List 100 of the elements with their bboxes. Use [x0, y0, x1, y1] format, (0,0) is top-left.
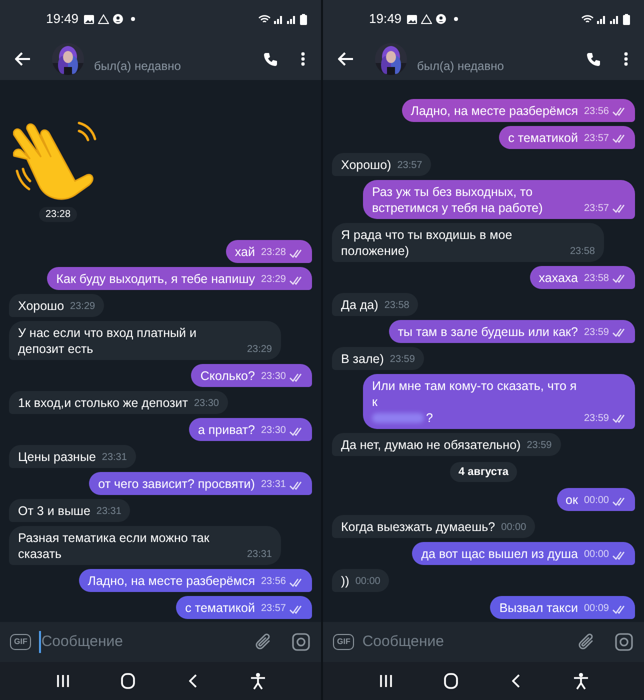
message-time: 23:29	[260, 274, 286, 286]
message-text: Ладно, на месте разберёмся	[410, 104, 578, 118]
message-text: от чего зависит? просвяти)	[98, 477, 255, 491]
message-time: 23:56	[584, 106, 609, 118]
more-icon	[301, 52, 305, 66]
signal-icon	[274, 14, 284, 24]
message-text: Цены разные	[18, 450, 96, 464]
warning-icon	[420, 14, 432, 24]
back-arrow-icon	[15, 52, 31, 66]
gif-button[interactable]: GIF	[333, 634, 354, 650]
dot-icon	[130, 17, 135, 21]
message-time: 23:28	[260, 247, 286, 259]
message-text: ок	[566, 493, 578, 507]
image-icon	[406, 14, 417, 24]
status-time: 19:49	[369, 10, 402, 28]
sticker-time: 23:28	[39, 207, 77, 222]
message-text: да вот щас вышел из душа	[421, 547, 578, 561]
message-text: Ладно, на месте разберёмся	[88, 574, 255, 588]
message-text: ты там в зале будешь или как?	[398, 324, 578, 338]
message-text: Вызвал такси	[499, 601, 578, 615]
camera-icon	[615, 633, 633, 651]
message-input[interactable]: Сообщение	[362, 627, 575, 657]
account-icon	[112, 14, 123, 24]
image-icon	[84, 14, 94, 24]
message-time: 00:09	[584, 603, 609, 615]
message-text: ?	[426, 410, 433, 424]
wifi-icon	[581, 14, 594, 24]
message-text: Как буду выходить, я тебе напишу	[56, 272, 255, 286]
message-text: В зале)	[341, 352, 384, 366]
message-time: 23:30	[260, 425, 286, 437]
message-time: 00:00	[501, 522, 526, 534]
message-text: Или мне там кому-то сказать, что я к	[372, 378, 577, 408]
paperclip-icon	[254, 633, 272, 651]
signal-icon	[610, 14, 620, 24]
message-time: 23:58	[384, 300, 410, 312]
chevron-left-icon	[189, 674, 198, 688]
message-text: Я рада что ты входишь в мое положение)	[341, 228, 512, 258]
message-time: 00:00	[355, 576, 380, 588]
message-time: 23:59	[584, 412, 609, 424]
video-message-button[interactable]	[290, 631, 312, 653]
message-time: 00:00	[584, 549, 609, 561]
message-time: 23:57	[260, 603, 286, 615]
message-text: Хорошо)	[341, 158, 392, 172]
message-text: хай	[234, 245, 255, 259]
message-text: Раз уж ты без выходных, то встретимся у тебя на работе)	[372, 184, 543, 214]
message-time: 23:29	[246, 344, 272, 356]
message-input[interactable]: Сообщение	[39, 627, 252, 657]
gif-button[interactable]: GIF	[10, 634, 32, 650]
home-icon	[442, 672, 460, 690]
message-time: 23:31	[96, 506, 122, 518]
message-text: хахаха	[538, 270, 578, 284]
last-seen-status: был(а) недавно	[94, 58, 181, 75]
chevron-left-icon	[512, 674, 520, 688]
message-text: Да да)	[341, 298, 378, 312]
message-text: 1к вход,и столько же депозит	[18, 396, 188, 410]
status-time: 19:49	[46, 10, 79, 28]
message-time: 23:57	[584, 202, 609, 214]
message-text: Да нет, думаю не обязательно)	[341, 438, 521, 452]
phone-icon	[262, 52, 278, 66]
message-time: 23:30	[194, 398, 219, 410]
battery-icon	[623, 14, 630, 24]
message-time: 23:59	[584, 326, 609, 338]
message-text: У нас если что вход платный и депозит есть	[18, 326, 196, 356]
back-arrow-icon	[338, 52, 354, 66]
message-text: с тематикой	[185, 601, 255, 615]
wifi-icon	[258, 14, 271, 24]
account-icon	[436, 14, 446, 24]
message-time: 23:31	[260, 479, 286, 491]
message-text: ))	[341, 574, 350, 588]
message-time: 23:31	[246, 549, 272, 561]
message-text: Сколько?	[200, 369, 255, 383]
accessibility-icon	[572, 672, 590, 690]
message-time: 23:59	[390, 354, 415, 366]
message-time: 23:57	[584, 132, 609, 144]
date-separator: 4 августа	[450, 462, 517, 482]
video-message-button[interactable]	[613, 631, 635, 653]
message-text: От 3 и выше	[18, 504, 90, 518]
signal-icon	[597, 14, 607, 24]
message-text: Когда выезжать думаешь?	[341, 520, 496, 534]
message-time: 00:00	[584, 495, 609, 507]
message-text: с тематикой	[508, 130, 578, 144]
message-text: Разная тематика если можно так сказать	[18, 531, 210, 561]
signal-icon	[287, 14, 297, 24]
message-time: 23:57	[397, 160, 422, 172]
message-time: 23:29	[70, 301, 96, 313]
message-text: а приват?	[198, 423, 255, 437]
home-icon	[118, 672, 137, 690]
dot-icon	[454, 17, 458, 21]
message-time: 23:59	[526, 440, 552, 452]
message-time: 23:58	[584, 272, 609, 284]
message-time: 23:58	[570, 246, 595, 258]
more-icon	[624, 52, 628, 66]
message-text: Хорошо	[18, 299, 64, 313]
battery-icon	[300, 14, 307, 24]
message-time: 23:31	[102, 452, 127, 464]
message-time: 23:30	[260, 371, 286, 383]
phone-icon	[586, 52, 600, 66]
camera-icon	[292, 633, 310, 651]
last-seen-status: был(а) недавно	[417, 58, 504, 75]
accessibility-icon	[249, 672, 268, 690]
